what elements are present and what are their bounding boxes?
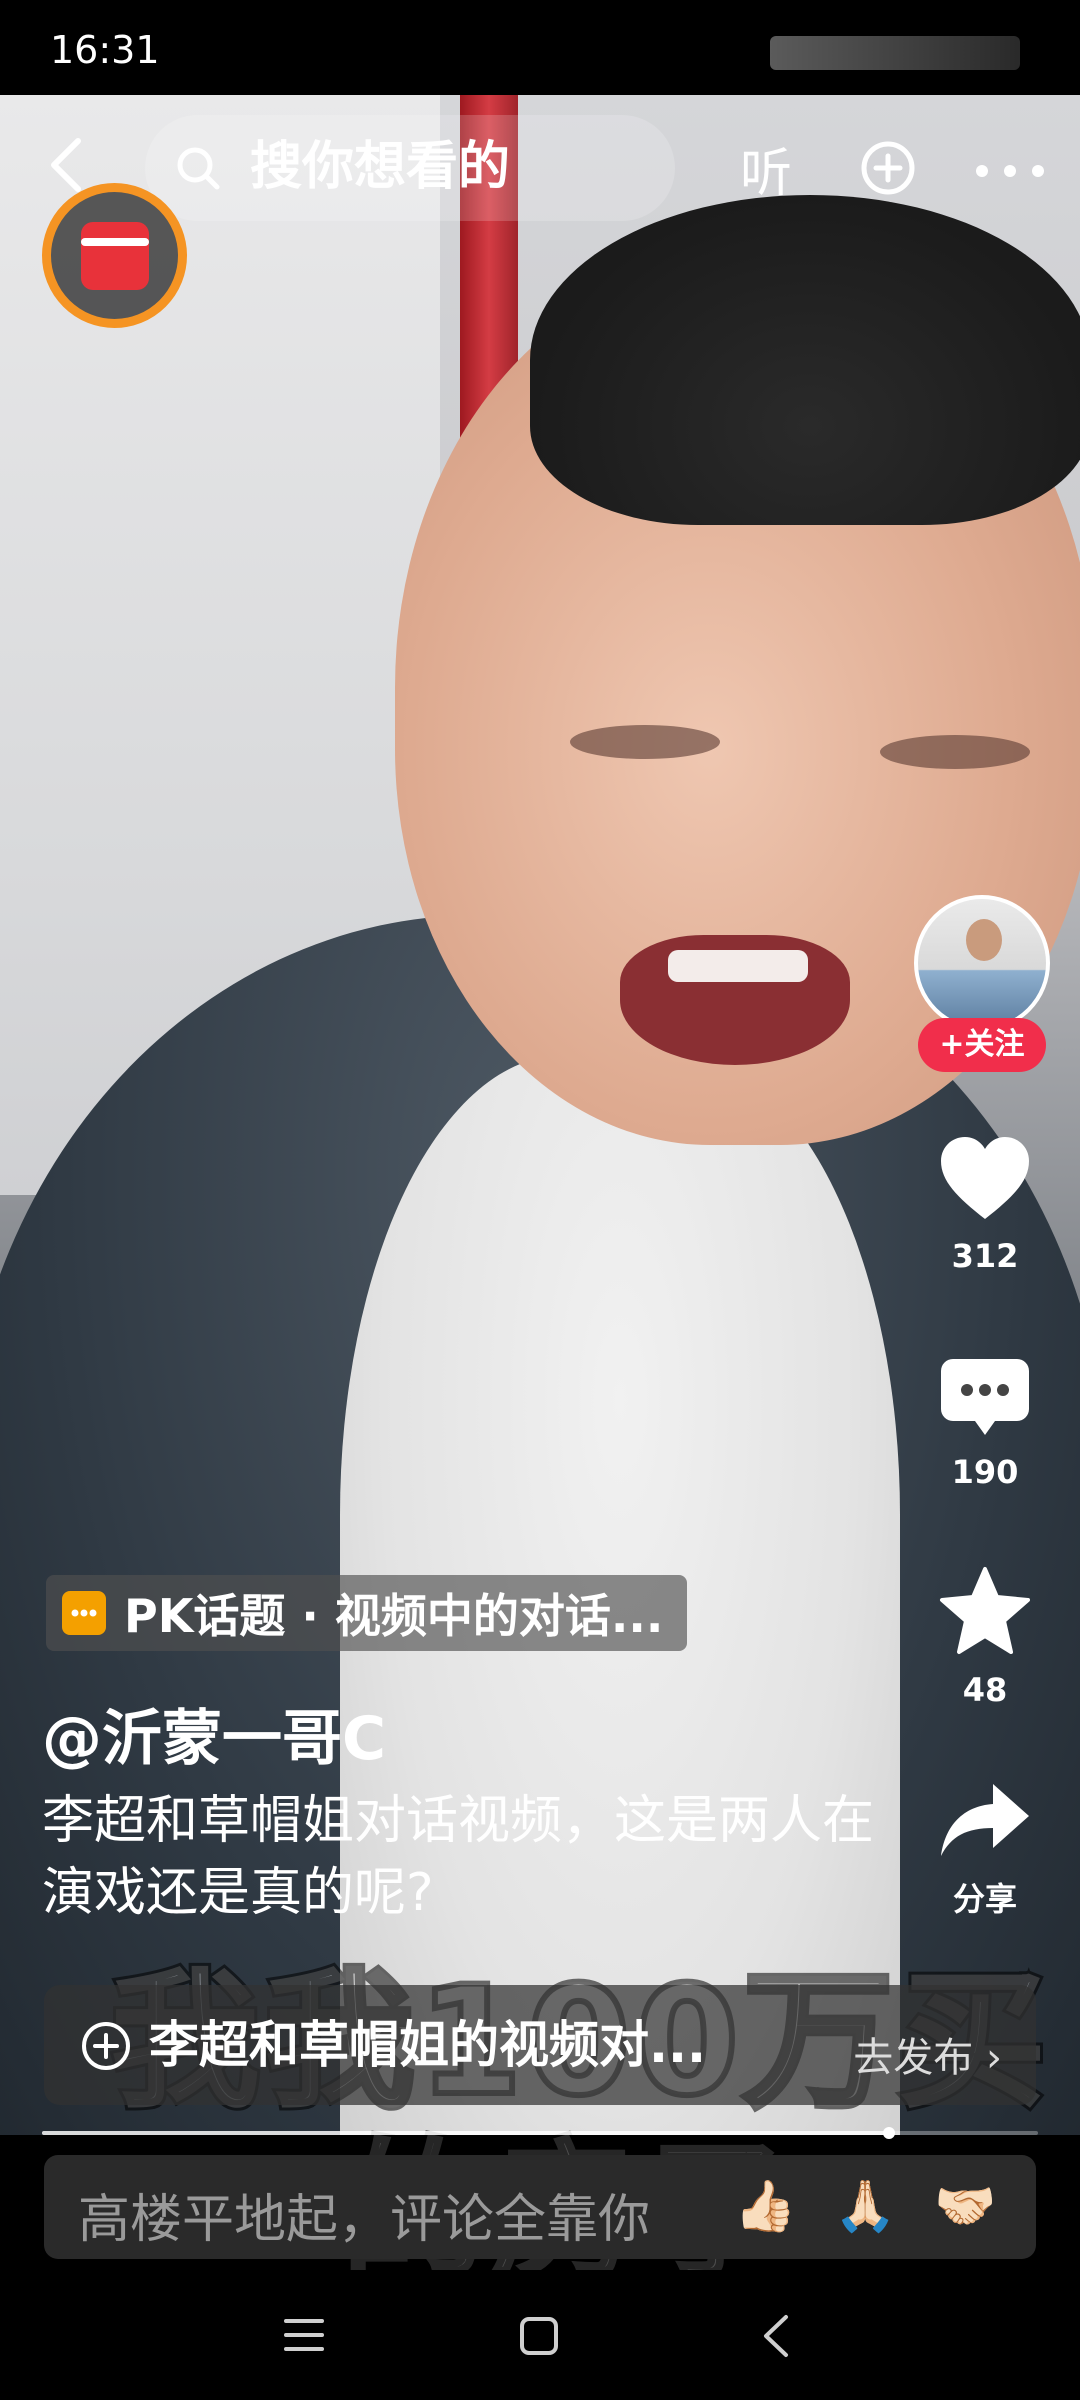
like-button[interactable]: 312 xyxy=(890,1135,1080,1275)
red-envelope-icon xyxy=(81,222,149,290)
star-icon xyxy=(940,1567,1030,1654)
comment-count: 190 xyxy=(951,1453,1019,1491)
video-progress-bar[interactable] xyxy=(42,2127,1038,2139)
red-envelope-flap xyxy=(81,238,149,246)
video-subject-hair xyxy=(530,195,1080,525)
comment-bubble-icon xyxy=(941,1359,1029,1435)
chevron-left-icon xyxy=(51,138,81,192)
comment-button[interactable]: 190 xyxy=(890,1355,1080,1491)
author-avatar[interactable] xyxy=(914,895,1050,1031)
author-name[interactable]: @沂蒙一哥C xyxy=(42,1690,386,1777)
share-label: 分享 xyxy=(952,1880,1017,1918)
red-packet-button[interactable] xyxy=(42,183,187,328)
video-caption: 李超和草帽姐对话视频，这是两人在演戏还是真的呢? xyxy=(42,1791,875,1923)
more-dots-icon xyxy=(976,165,1044,177)
progress-fill xyxy=(42,2131,889,2135)
share-arrow-icon xyxy=(941,1784,1029,1856)
menu-icon[interactable] xyxy=(282,2315,326,2355)
add-button[interactable] xyxy=(860,140,916,196)
video-subject-eye xyxy=(880,735,1030,769)
status-bar: 16:31 xyxy=(0,0,1080,95)
plus-circle-icon xyxy=(82,2022,130,2070)
video-subject-teeth xyxy=(668,950,808,982)
avatar-figure xyxy=(966,919,1002,961)
share-button[interactable]: 分享 xyxy=(890,1780,1080,1920)
favorite-button[interactable]: 48 xyxy=(890,1565,1080,1709)
listen-button[interactable]: 听 xyxy=(740,131,792,206)
status-icons xyxy=(770,36,1020,70)
favorite-count: 48 xyxy=(962,1671,1008,1709)
topic-text: PK话题 · 视频中的对话... xyxy=(124,1589,664,1643)
publish-topic-text: 李超和草帽姐的视频对... xyxy=(149,2016,706,2074)
topic-tag[interactable]: PK话题 · 视频中的对话... xyxy=(46,1575,688,1651)
progress-handle[interactable] xyxy=(882,2127,895,2139)
plus-circle-icon xyxy=(861,141,915,195)
more-button[interactable] xyxy=(975,163,1045,177)
like-count: 312 xyxy=(951,1237,1019,1275)
system-nav-bar xyxy=(0,2270,1080,2400)
related-publish-bar[interactable]: 李超和草帽姐的视频对... 去发布 › xyxy=(44,1985,1036,2105)
search-icon xyxy=(177,147,220,190)
video-subject-eye xyxy=(570,725,720,759)
topic-chat-icon xyxy=(62,1591,106,1635)
emoji-thumbs-up[interactable]: 👍🏻 xyxy=(734,2177,796,2236)
status-time: 16:31 xyxy=(50,28,160,72)
search-placeholder: 搜你想看的 xyxy=(250,137,511,197)
go-publish-button[interactable]: 去发布 › xyxy=(853,2025,1002,2083)
comment-placeholder: 高楼平地起，评论全靠你 xyxy=(78,2190,651,2250)
emoji-handshake[interactable]: 🤝🏻 xyxy=(934,2177,996,2236)
home-icon[interactable] xyxy=(518,2315,560,2357)
back-nav-icon[interactable] xyxy=(758,2313,794,2359)
comment-input-bar[interactable]: 高楼平地起，评论全靠你 👍🏻 🙏🏻 🤝🏻 xyxy=(44,2155,1036,2259)
follow-button[interactable]: +关注 xyxy=(918,1018,1046,1072)
heart-icon xyxy=(941,1137,1029,1219)
emoji-pray[interactable]: 🙏🏻 xyxy=(834,2177,896,2236)
search-input[interactable]: 搜你想看的 xyxy=(145,115,675,221)
back-button[interactable] xyxy=(42,135,92,195)
